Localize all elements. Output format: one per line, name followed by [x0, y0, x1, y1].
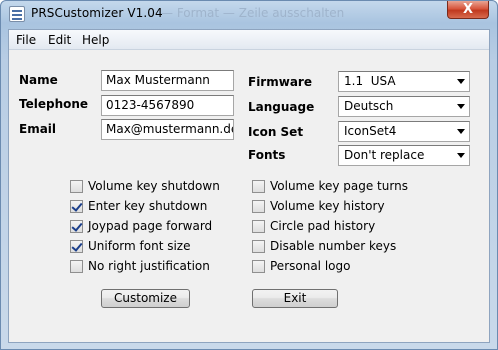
background-window-title: — Format — Zeile ausschalten: [161, 6, 345, 20]
checkbox-label: No right justification: [88, 259, 210, 273]
client-area: File Edit Help Name Max Mustermann Telep…: [8, 29, 490, 343]
name-label: Name: [19, 73, 58, 87]
checkbox-label: Joypad page forward: [88, 219, 213, 233]
title-bar[interactable]: PRSCustomizer V1.04 — Format — Zeile aus…: [1, 1, 497, 29]
menu-edit[interactable]: Edit: [48, 33, 71, 47]
checkbox-no-right-justification[interactable]: No right justification: [70, 259, 230, 275]
menu-file[interactable]: File: [16, 33, 36, 47]
chevron-down-icon: [457, 104, 465, 109]
app-window: PRSCustomizer V1.04 — Format — Zeile aus…: [0, 0, 498, 350]
icon-set-select[interactable]: IconSet4: [338, 121, 470, 142]
menu-bar: File Edit Help: [9, 30, 489, 50]
checkbox-box[interactable]: [252, 240, 265, 253]
checkbox-box[interactable]: [252, 180, 265, 193]
app-icon: [9, 6, 25, 22]
language-value: Deutsch: [344, 99, 394, 113]
checkbox-volume-key-history[interactable]: Volume key history: [252, 199, 422, 215]
language-select[interactable]: Deutsch: [338, 96, 470, 117]
window-title: PRSCustomizer V1.04: [31, 6, 163, 20]
checkbox-disable-number-keys[interactable]: Disable number keys: [252, 239, 422, 255]
email-field[interactable]: Max@mustermann.de: [101, 119, 234, 140]
chevron-down-icon: [457, 153, 465, 158]
customize-button[interactable]: Customize: [101, 289, 190, 308]
email-label: Email: [19, 122, 57, 136]
checkbox-uniform-font-size[interactable]: Uniform font size: [70, 239, 230, 255]
checkbox-enter-key-shutdown[interactable]: Enter key shutdown: [70, 199, 230, 215]
checkbox-label: Uniform font size: [88, 239, 191, 253]
checkbox-box[interactable]: [252, 220, 265, 233]
checkbox-label: Volume key history: [270, 199, 385, 213]
checkbox-box[interactable]: [70, 180, 83, 193]
checkbox-circle-pad-history[interactable]: Circle pad history: [252, 219, 422, 235]
menu-help[interactable]: Help: [82, 33, 109, 47]
chevron-down-icon: [457, 129, 465, 134]
checkbox-box[interactable]: [70, 200, 83, 213]
checkbox-joypad-page-forward[interactable]: Joypad page forward: [70, 219, 230, 235]
icon-set-label: Icon Set: [248, 125, 304, 139]
checkbox-label: Volume key shutdown: [88, 179, 220, 193]
firmware-label: Firmware: [248, 75, 312, 89]
firmware-value: 1.1 USA: [344, 74, 396, 88]
telephone-label: Telephone: [19, 97, 89, 111]
fonts-select[interactable]: Don't replace: [338, 145, 470, 166]
checkbox-box[interactable]: [70, 240, 83, 253]
checkbox-box[interactable]: [70, 220, 83, 233]
checkbox-volume-key-page-turns[interactable]: Volume key page turns: [252, 179, 422, 195]
language-label: Language: [248, 100, 315, 114]
firmware-select[interactable]: 1.1 USA: [338, 71, 470, 92]
close-button[interactable]: X: [447, 1, 489, 19]
checkbox-label: Disable number keys: [270, 239, 397, 253]
checkbox-box[interactable]: [70, 260, 83, 273]
fonts-label: Fonts: [248, 148, 286, 162]
checkbox-volume-key-shutdown[interactable]: Volume key shutdown: [70, 179, 230, 195]
checkbox-label: Circle pad history: [270, 219, 376, 233]
checkbox-label: Personal logo: [270, 259, 351, 273]
name-field[interactable]: Max Mustermann: [101, 70, 234, 91]
exit-button[interactable]: Exit: [252, 289, 338, 308]
checkbox-box[interactable]: [252, 260, 265, 273]
telephone-field[interactable]: 0123-4567890: [101, 95, 234, 116]
checkbox-box[interactable]: [252, 200, 265, 213]
checkbox-personal-logo[interactable]: Personal logo: [252, 259, 422, 275]
icon-set-value: IconSet4: [344, 124, 397, 138]
checkbox-label: Enter key shutdown: [88, 199, 208, 213]
fonts-value: Don't replace: [344, 148, 425, 162]
chevron-down-icon: [457, 79, 465, 84]
checkbox-label: Volume key page turns: [270, 179, 408, 193]
